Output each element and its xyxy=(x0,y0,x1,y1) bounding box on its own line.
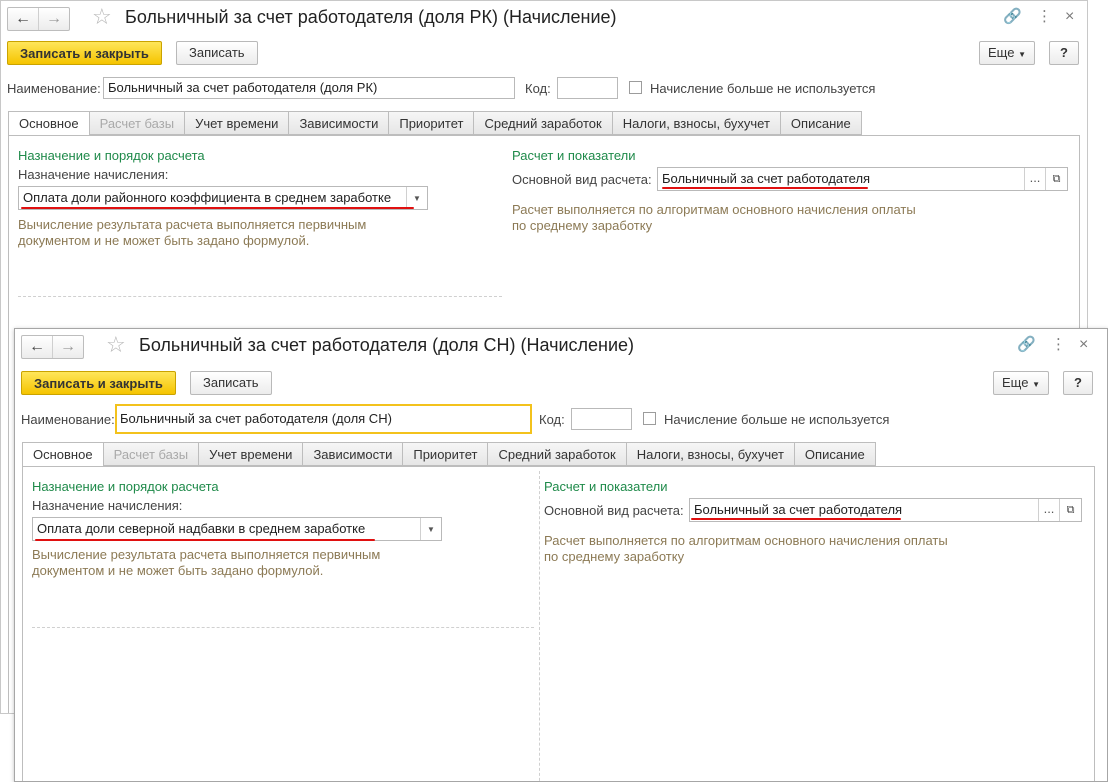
chevron-down-icon[interactable]: ▼ xyxy=(406,187,427,209)
purpose-label: Назначение начисления: xyxy=(18,167,169,182)
favorite-star-icon[interactable]: ☆ xyxy=(106,333,126,357)
unused-checkbox[interactable] xyxy=(643,412,656,425)
note-right-line2: по среднему заработку xyxy=(544,549,685,564)
tab-bar: Основное Расчет базы Учет времени Зависи… xyxy=(8,111,862,136)
save-button[interactable]: Записать xyxy=(176,41,258,65)
note-right-line2: по среднему заработку xyxy=(512,218,653,233)
purpose-select[interactable]: Оплата доли северной надбавки в среднем … xyxy=(32,517,442,541)
tab-main[interactable]: Основное xyxy=(22,442,104,467)
forward-icon[interactable]: → xyxy=(52,336,83,358)
tab-description[interactable]: Описание xyxy=(780,111,862,135)
nav-buttons: ← → xyxy=(21,335,84,359)
link-icon[interactable]: 🔗 xyxy=(1017,337,1036,353)
tab-dependencies[interactable]: Зависимости xyxy=(289,111,390,135)
name-field[interactable]: Больничный за счет работодателя (доля РК… xyxy=(103,77,515,99)
name-field[interactable]: Больничный за счет работодателя (доля СН… xyxy=(115,404,532,434)
highlight-underline xyxy=(21,207,414,209)
purpose-value: Оплата доли районного коэффициента в сре… xyxy=(23,190,392,205)
code-field[interactable] xyxy=(571,408,632,430)
back-icon[interactable]: ← xyxy=(8,8,38,30)
note-left-line2: документом и не может быть задано формул… xyxy=(18,233,310,248)
note-right-line1: Расчет выполняется по алгоритмам основно… xyxy=(512,202,916,217)
title-bar: ← → ☆ Больничный за счет работодателя (д… xyxy=(15,329,1107,363)
note-left-line1: Вычисление результата расчета выполняетс… xyxy=(32,547,381,562)
left-group-title: Назначение и порядок расчета xyxy=(18,148,205,163)
tab-average-earnings[interactable]: Средний заработок xyxy=(474,111,613,135)
tab-time-tracking[interactable]: Учет времени xyxy=(199,442,304,466)
more-button[interactable]: Еще ▼ xyxy=(979,41,1035,65)
tab-base-calc[interactable]: Расчет базы xyxy=(89,111,186,135)
left-group-title: Назначение и порядок расчета xyxy=(32,479,219,494)
open-icon[interactable]: ⧉ xyxy=(1045,168,1067,190)
tab-description[interactable]: Описание xyxy=(794,442,876,466)
more-menu-icon[interactable]: ⋮ xyxy=(1051,337,1066,353)
save-button[interactable]: Записать xyxy=(190,371,272,395)
link-icon[interactable]: 🔗 xyxy=(1003,9,1022,25)
favorite-star-icon[interactable]: ☆ xyxy=(92,5,112,29)
right-group-title: Расчет и показатели xyxy=(544,479,668,494)
close-icon[interactable]: × xyxy=(1079,337,1088,353)
back-icon[interactable]: ← xyxy=(22,336,52,358)
window-title: Больничный за счет работодателя (доля СН… xyxy=(139,335,635,355)
tab-dependencies[interactable]: Зависимости xyxy=(303,442,404,466)
code-field[interactable] xyxy=(557,77,618,99)
tab-taxes[interactable]: Налоги, взносы, бухучет xyxy=(626,442,795,466)
help-button[interactable]: ? xyxy=(1063,371,1093,395)
accrual-window-sn: ← → ☆ Больничный за счет работодателя (д… xyxy=(14,328,1108,782)
tab-bar: Основное Расчет базы Учет времени Зависи… xyxy=(22,442,876,467)
unused-label: Начисление больше не используется xyxy=(650,81,876,96)
main-calc-label: Основной вид расчета: xyxy=(544,503,684,518)
more-menu-icon[interactable]: ⋮ xyxy=(1037,9,1052,25)
more-label: Еще xyxy=(988,45,1015,60)
select-dots-icon[interactable]: ... xyxy=(1038,499,1059,521)
unused-label: Начисление больше не используется xyxy=(664,412,890,427)
select-dots-icon[interactable]: ... xyxy=(1024,168,1045,190)
note-left-line1: Вычисление результата расчета выполняетс… xyxy=(18,217,367,232)
tab-time-tracking[interactable]: Учет времени xyxy=(185,111,290,135)
tab-panel: Назначение и порядок расчета Назначение … xyxy=(22,466,1095,781)
tab-base-calc[interactable]: Расчет базы xyxy=(103,442,200,466)
help-button[interactable]: ? xyxy=(1049,41,1079,65)
code-label: Код: xyxy=(539,412,565,427)
save-and-close-button[interactable]: Записать и закрыть xyxy=(21,371,176,395)
tab-average-earnings[interactable]: Средний заработок xyxy=(488,442,627,466)
code-label: Код: xyxy=(525,81,551,96)
purpose-value: Оплата доли северной надбавки в среднем … xyxy=(37,521,366,536)
divider xyxy=(18,296,502,297)
forward-icon[interactable]: → xyxy=(38,8,69,30)
chevron-down-icon: ▼ xyxy=(1018,50,1026,59)
close-icon[interactable]: × xyxy=(1065,9,1074,25)
chevron-down-icon: ▼ xyxy=(1032,380,1040,389)
title-bar: ← → ☆ Больничный за счет работодателя (д… xyxy=(1,1,1087,35)
main-calc-label: Основной вид расчета: xyxy=(512,172,652,187)
more-button[interactable]: Еще ▼ xyxy=(993,371,1049,395)
name-label: Наименование: xyxy=(7,81,101,96)
note-left-line2: документом и не может быть задано формул… xyxy=(32,563,324,578)
open-icon[interactable]: ⧉ xyxy=(1059,499,1081,521)
highlight-underline xyxy=(35,539,375,541)
save-and-close-button[interactable]: Записать и закрыть xyxy=(7,41,162,65)
note-right-line1: Расчет выполняется по алгоритмам основно… xyxy=(544,533,948,548)
window-title: Больничный за счет работодателя (доля РК… xyxy=(125,7,617,27)
name-label: Наименование: xyxy=(21,412,115,427)
highlight-underline xyxy=(662,187,868,189)
tab-taxes[interactable]: Налоги, взносы, бухучет xyxy=(612,111,781,135)
column-divider xyxy=(539,471,540,781)
nav-buttons: ← → xyxy=(7,7,70,31)
highlight-underline xyxy=(691,518,901,520)
purpose-label: Назначение начисления: xyxy=(32,498,183,513)
more-label: Еще xyxy=(1002,375,1029,390)
tab-priority[interactable]: Приоритет xyxy=(403,442,489,466)
tab-main[interactable]: Основное xyxy=(8,111,90,136)
right-group-title: Расчет и показатели xyxy=(512,148,636,163)
chevron-down-icon[interactable]: ▼ xyxy=(420,518,441,540)
unused-checkbox[interactable] xyxy=(629,81,642,94)
divider xyxy=(32,627,534,628)
tab-priority[interactable]: Приоритет xyxy=(389,111,475,135)
